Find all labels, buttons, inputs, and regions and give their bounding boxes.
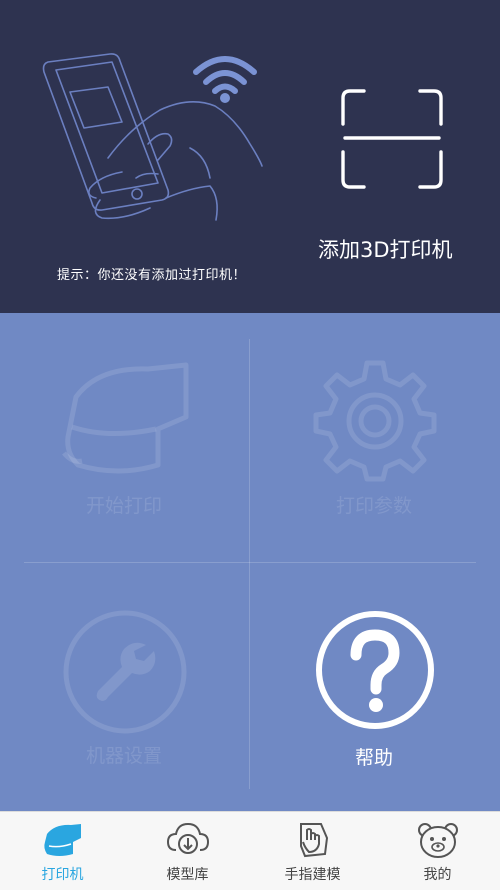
- wrench-icon: [63, 610, 187, 734]
- scan-frame-icon[interactable]: [340, 88, 444, 190]
- help-label: 帮助: [354, 747, 393, 769]
- start-print-label: 开始打印: [85, 495, 162, 517]
- tab-finger-modeling-label: 手指建模: [284, 867, 341, 883]
- tab-printer-label: 打印机: [41, 867, 84, 883]
- tab-printer[interactable]: 打印机: [0, 812, 125, 890]
- tab-model-library-label: 模型库: [166, 867, 209, 883]
- help-tile[interactable]: 帮助: [250, 563, 498, 811]
- tab-finger-modeling[interactable]: 手指建模: [250, 812, 375, 890]
- printer-icon: [44, 824, 81, 856]
- printer-nozzle-icon: [62, 362, 189, 474]
- print-params-label: 打印参数: [335, 495, 412, 517]
- add-printer-button[interactable]: 添加3D打印机: [318, 234, 453, 264]
- tab-mine-label: 我的: [423, 867, 452, 883]
- question-icon: [316, 611, 434, 729]
- start-print-tile[interactable]: 开始打印: [0, 313, 248, 561]
- wifi-icon: [193, 56, 257, 103]
- cloud-download-icon: [166, 822, 210, 854]
- print-params-tile[interactable]: 打印参数: [250, 313, 498, 561]
- gear-icon: [313, 360, 437, 482]
- machine-settings-label: 机器设置: [85, 745, 162, 767]
- bottom-tab-bar: 打印机 模型库 手指建模 我的: [0, 811, 500, 890]
- hand-gesture-icon: [300, 823, 329, 858]
- function-grid: 开始打印 打印参数 机器设置 帮助: [0, 313, 500, 811]
- tab-model-library[interactable]: 模型库: [125, 812, 250, 890]
- machine-settings-tile[interactable]: 机器设置: [0, 563, 248, 811]
- no-printer-hint: 提示：你还没有添加过打印机！: [57, 268, 247, 283]
- bear-face-icon: [418, 823, 458, 858]
- tab-mine[interactable]: 我的: [375, 812, 500, 890]
- header-panel: 提示：你还没有添加过打印机！ 添加3D打印机: [0, 0, 500, 313]
